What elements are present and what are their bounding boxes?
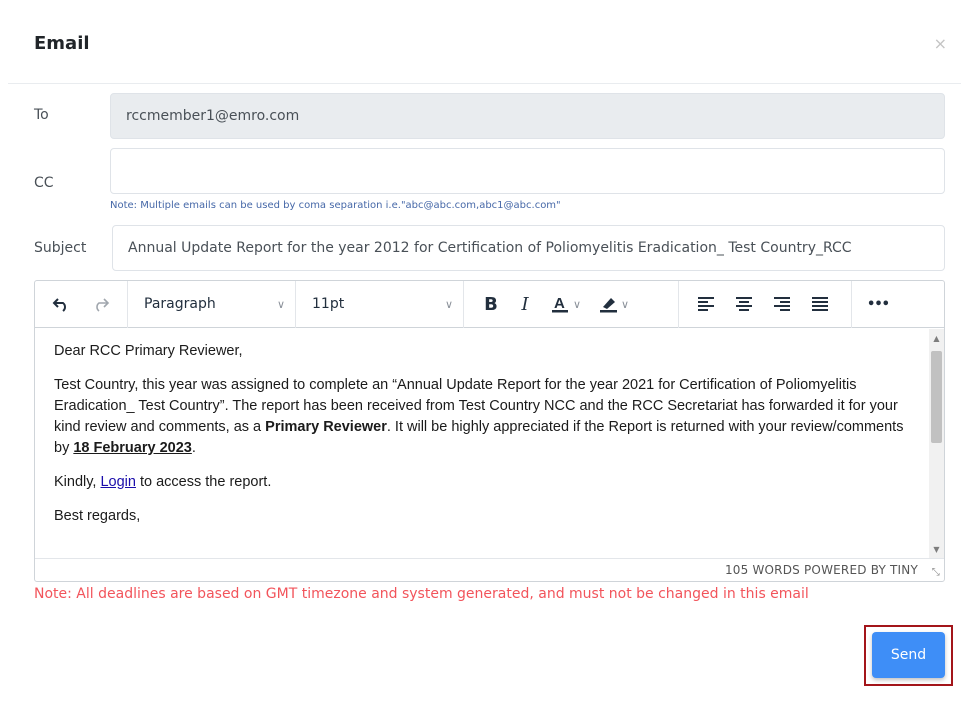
to-label: To [34, 107, 49, 123]
text-color-button[interactable]: A ∨ [542, 287, 590, 321]
alignment-group [679, 280, 852, 328]
reviewer-role: Primary Reviewer [265, 419, 387, 435]
cc-field[interactable] [110, 148, 945, 194]
resize-handle-icon[interactable]: ⤡ [932, 567, 940, 578]
highlight-button[interactable]: ∨ [590, 287, 638, 321]
more-options-button[interactable]: ••• [858, 287, 898, 321]
modal-title: Email [34, 33, 90, 54]
login-link[interactable]: Login [100, 474, 135, 490]
chevron-down-icon: ∨ [444, 297, 453, 311]
word-count: 105 WORDS POWERED BY TINY [724, 563, 918, 577]
align-right-icon[interactable] [763, 287, 801, 321]
history-group [35, 280, 128, 328]
subject-field[interactable]: Annual Update Report for the year 2012 f… [112, 225, 945, 271]
to-field[interactable]: rccmember1@emro.com [110, 93, 945, 139]
chevron-down-icon: ∨ [620, 297, 630, 311]
close-button[interactable]: × [934, 34, 947, 53]
editor-content[interactable]: Dear RCC Primary Reviewer, Test Country,… [35, 329, 928, 558]
greeting-paragraph: Dear RCC Primary Reviewer, [54, 343, 243, 359]
undo-icon[interactable] [44, 287, 78, 321]
align-justify-icon[interactable] [801, 287, 839, 321]
access-text: to access the report. [135, 474, 272, 490]
cc-note: Note: Multiple emails can be used by com… [110, 200, 561, 211]
italic-button[interactable]: I [508, 287, 542, 321]
block-format-group: Paragraph ∨ [128, 280, 296, 328]
body-paragraph: Test Country, this year was assigned to … [54, 375, 909, 459]
rich-text-editor: Paragraph ∨ 11pt ∨ B I A ∨ ∨ ••• Dear RC… [34, 280, 945, 582]
svg-text:A: A [554, 295, 565, 312]
login-paragraph: Kindly, Login to access the report. [54, 472, 909, 493]
send-button[interactable]: Send [872, 632, 945, 678]
redo-icon[interactable] [84, 287, 118, 321]
block-format-value: Paragraph [144, 296, 216, 312]
subject-label: Subject [34, 240, 87, 256]
highlighter-icon [599, 298, 617, 313]
align-center-icon[interactable] [725, 287, 763, 321]
text-color-icon: A [551, 295, 568, 313]
align-left-icon[interactable] [687, 287, 725, 321]
body-text-end: . [191, 440, 196, 456]
scroll-thumb[interactable] [931, 351, 942, 443]
font-size-select[interactable]: 11pt ∨ [296, 287, 463, 321]
regards-paragraph: Best regards, [54, 508, 141, 524]
kindly-text: Kindly, [54, 474, 101, 490]
editor-toolbar: Paragraph ∨ 11pt ∨ B I A ∨ ∨ ••• [35, 280, 944, 328]
scroll-up-icon[interactable]: ▲ [929, 331, 944, 345]
more-group: ••• [852, 281, 904, 328]
bold-button[interactable]: B [474, 287, 508, 321]
editor-statusbar: 105 WORDS POWERED BY TINY ⤡ [35, 558, 944, 581]
editor-scrollbar[interactable]: ▲ ▼ [929, 329, 944, 558]
cc-label: CC [34, 175, 54, 191]
font-size-group: 11pt ∨ [296, 280, 464, 328]
chevron-down-icon: ∨ [276, 297, 285, 311]
block-format-select[interactable]: Paragraph ∨ [128, 287, 295, 321]
deadline-note: Note: All deadlines are based on GMT tim… [34, 586, 809, 602]
scroll-down-icon[interactable]: ▼ [929, 542, 944, 556]
formatting-group: B I A ∨ ∨ [464, 280, 679, 328]
chevron-down-icon: ∨ [572, 297, 582, 311]
font-size-value: 11pt [312, 296, 345, 312]
modal-header: Email × [8, 8, 961, 84]
deadline-date: 18 February 2023 [73, 440, 192, 456]
